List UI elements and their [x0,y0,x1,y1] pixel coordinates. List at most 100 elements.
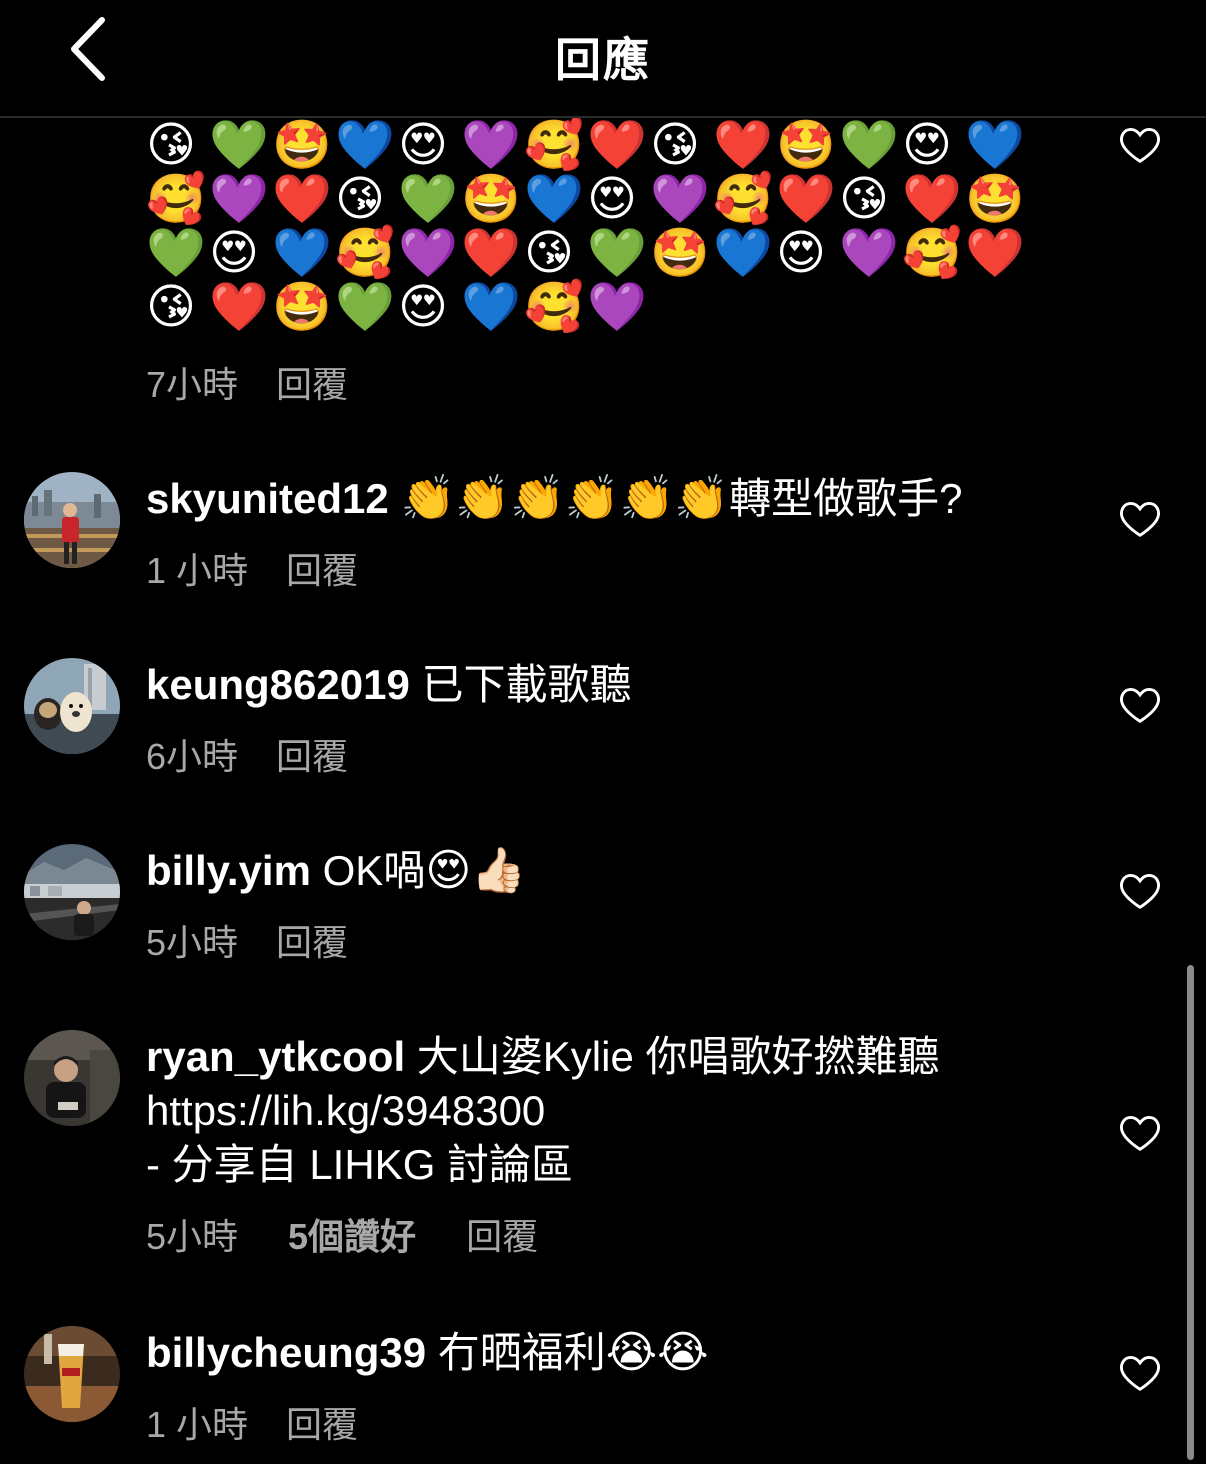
like-heart-icon[interactable] [1118,1352,1162,1392]
comment-time: 1 小時 [146,1404,249,1445]
comment-body: ryan_ytkcool 大山婆Kylie 你唱歌好撚難聽 https://li… [146,1030,1086,1192]
emoji: 😍 [398,279,449,335]
emoji: 💚 [398,171,458,227]
comment-meta: 1 小時 回覆 [146,1396,358,1448]
emoji: 💜 [587,279,647,335]
reply-button[interactable]: 回覆 [286,1396,358,1448]
like-heart-icon[interactable] [1118,124,1162,164]
comment-feed[interactable]: 😘 💚 🤩 💙 😍 💜 🥰 ❤️ 😘 ❤️ 🤩 💚 😍 💙 🥰 💜 ❤️ 😘 💚 🤩 💙 😍 💜 🥰 ❤️ 😘 ❤️ 🤩 💚 😍 💙 🥰 💜 ❤️… [0,0,1206,1464]
like-heart-icon[interactable] [1118,498,1162,538]
comment-link[interactable]: https://lih.kg/3948300 [146,1084,1086,1138]
comment-meta: 5小時 5個讚好 回覆 [146,1208,538,1260]
comment-username[interactable]: billy.yim [146,847,311,894]
like-heart-icon[interactable] [1118,870,1162,910]
comment-text: 大山婆Kylie 你唱歌好撚難聽 [416,1033,940,1080]
emoji: 🥰 [146,171,206,227]
avatar[interactable] [24,472,120,568]
comment-body: keung862019 已下載歌聽 [146,658,1086,712]
emoji: 😘 [146,279,197,335]
emoji: 💜 [839,225,899,281]
emoji: 💜 [461,117,521,173]
emoji: 😍 [902,117,953,173]
emoji: ❤️ [776,171,836,227]
emoji: 🥰 [524,279,584,335]
emoji-comment-body: 😘 💚 🤩 💙 😍 💜 🥰 ❤️ 😘 ❤️ 🤩 💚 😍 💙 🥰 💜 ❤️ 😘 💚 🤩 💙 😍 💜 🥰 ❤️ 😘 ❤️ 🤩 💚 😍 💙 🥰 💜 ❤️… [146,118,1046,334]
emoji: ❤️ [902,171,962,227]
emoji: 💚 [839,117,899,173]
comment-meta: 6小時 回覆 [146,728,348,780]
comment-emojis: 👏👏👏👏👏👏 [400,473,730,524]
comment-time: 5小時 [146,1216,239,1257]
comment-username[interactable]: billycheung39 [146,1329,426,1376]
like-heart-icon[interactable] [1118,684,1162,724]
comment-body: billy.yim OK喎😍👍🏻 [146,844,1086,898]
comment-username[interactable]: keung862019 [146,661,410,708]
comment-text: 轉型做歌手? [729,475,963,522]
reply-button[interactable]: 回覆 [276,728,348,780]
emoji: 😍 [587,171,638,227]
reply-button[interactable]: 回覆 [276,914,348,966]
comment-meta: 5小時 回覆 [146,914,348,966]
comment-time: 1 小時 [146,550,249,591]
scrollbar[interactable] [1187,965,1194,1460]
emoji: ❤️ [965,225,1025,281]
emoji: 🤩 [650,225,710,281]
comment-username[interactable]: skyunited12 [146,475,389,522]
emoji: 🤩 [965,171,1025,227]
reply-button[interactable]: 回覆 [286,542,358,594]
emoji: 💙 [335,117,395,173]
emoji: 😍 [398,117,449,173]
emoji: 😘 [146,117,197,173]
emoji: 🥰 [524,117,584,173]
comment-text: OK喎 [322,847,426,894]
emoji: 😘 [839,171,890,227]
avatar[interactable] [24,1326,120,1422]
comment-username[interactable]: ryan_ytkcool [146,1033,405,1080]
comment-meta: 1 小時 回覆 [146,542,358,594]
emoji: 💜 [398,225,458,281]
comment-text: 已下載歌聽 [421,661,632,708]
like-count[interactable]: 5個讚好 [288,1208,416,1260]
comment-time: 6小時 [146,736,239,777]
comment-body: billycheung39 冇晒福利😭😭 [146,1326,1086,1380]
emoji: ❤️ [209,279,269,335]
reply-button[interactable]: 回覆 [466,1208,538,1260]
emoji: 🤩 [272,117,332,173]
comment-time: 5小時 [146,922,239,963]
emoji: 😍 [776,225,827,281]
like-heart-icon[interactable] [1118,1112,1162,1152]
emoji: 🤩 [272,279,332,335]
emoji: 🤩 [461,171,521,227]
comment-text-line: - 分享自 LIHKG 討論區 [146,1141,574,1188]
comment-emojis: 😍👍🏻 [425,845,526,896]
emoji: 🤩 [776,117,836,173]
emoji: 😍 [209,225,260,281]
reply-button[interactable]: 回覆 [276,356,348,408]
emoji: 💚 [587,225,647,281]
emoji: ❤️ [461,225,521,281]
emoji: 😘 [335,171,386,227]
emoji: 💙 [272,225,332,281]
emoji: 😘 [524,225,575,281]
emoji: 🥰 [902,225,962,281]
page-title: 回應 [555,34,651,86]
avatar[interactable] [24,658,120,754]
comment-emojis: 😭😭 [605,1327,709,1378]
emoji: 💚 [146,225,206,281]
emoji: 💙 [965,117,1025,173]
avatar[interactable] [24,1030,120,1126]
emoji: 💚 [209,117,269,173]
comment-time: 7小時 [146,364,239,405]
comment-body: skyunited12 👏👏👏👏👏👏轉型做歌手? [146,472,1086,526]
emoji: 💜 [650,171,710,227]
comment-text: 冇晒福利 [437,1329,606,1376]
emoji: 💙 [524,171,584,227]
emoji: 💙 [461,279,521,335]
emoji: ❤️ [713,117,773,173]
emoji: 💜 [209,171,269,227]
emoji: 🥰 [713,171,773,227]
emoji: 💙 [713,225,773,281]
emoji: ❤️ [587,117,647,173]
comment-meta: 7小時 回覆 [146,356,348,408]
avatar[interactable] [24,844,120,940]
